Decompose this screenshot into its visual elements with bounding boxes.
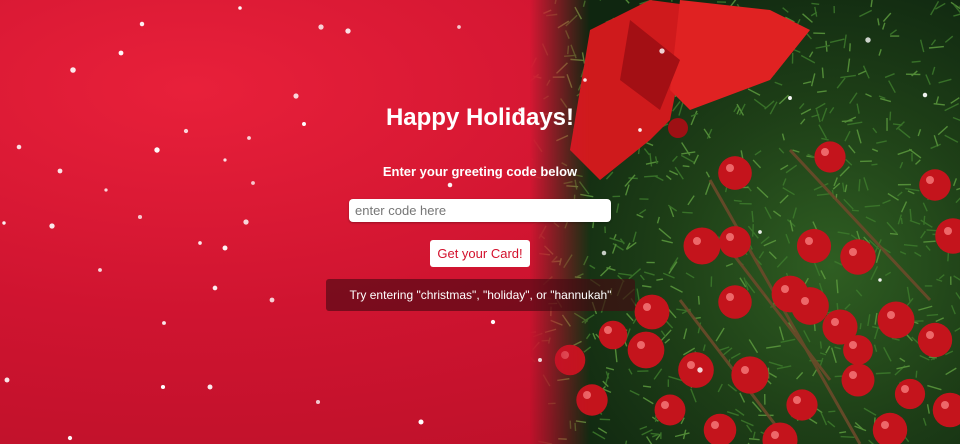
get-card-button[interactable]: Get your Card! <box>430 240 530 267</box>
page-title: Happy Holidays! <box>385 104 575 131</box>
greeting-code-input[interactable] <box>349 199 611 222</box>
hint-message: Try entering "christmas", "holiday", or … <box>326 279 635 311</box>
page-subtitle: Enter your greeting code below <box>382 164 578 179</box>
greeting-form: Happy Holidays! Enter your greeting code… <box>0 0 960 444</box>
